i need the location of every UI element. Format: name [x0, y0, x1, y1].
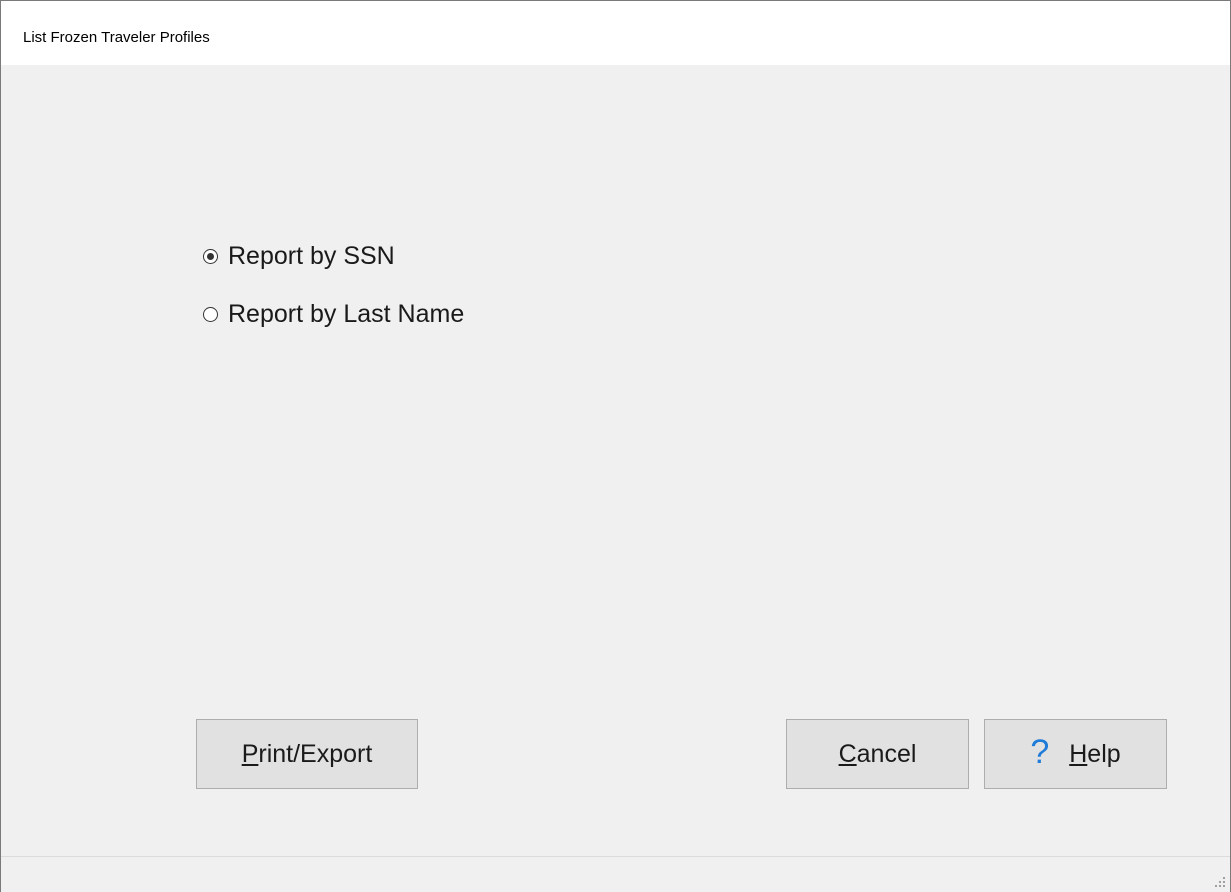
- print-export-mnemonic: P: [241, 739, 259, 768]
- radio-button-unselected-icon[interactable]: [203, 306, 218, 322]
- window-title: List Frozen Traveler Profiles: [23, 29, 210, 46]
- radio-report-by-ssn[interactable]: Report by SSN: [203, 227, 464, 285]
- resize-grip-icon[interactable]: [1214, 876, 1226, 888]
- radio-button-selected-icon[interactable]: [203, 248, 218, 264]
- radio-label-last-name[interactable]: Report by Last Name: [228, 300, 464, 329]
- cancel-button[interactable]: Cancel: [786, 719, 969, 789]
- help-label: elp: [1087, 739, 1121, 768]
- question-mark-icon: ?: [1030, 733, 1050, 771]
- cancel-label: ancel: [856, 739, 917, 768]
- print-export-label: rint/Export: [258, 739, 373, 768]
- help-button[interactable]: ? Help: [984, 719, 1167, 789]
- status-bar: [1, 856, 1230, 892]
- report-options-group: Report by SSN Report by Last Name: [203, 227, 464, 343]
- title-bar[interactable]: List Frozen Traveler Profiles: [1, 1, 1230, 65]
- cancel-mnemonic: C: [838, 739, 857, 768]
- radio-label-ssn[interactable]: Report by SSN: [228, 242, 395, 271]
- dialog-content: Report by SSN Report by Last Name Print/…: [1, 65, 1230, 855]
- print-export-button[interactable]: Print/Export: [196, 719, 418, 789]
- help-mnemonic: H: [1069, 739, 1088, 768]
- radio-report-by-last-name[interactable]: Report by Last Name: [203, 285, 464, 343]
- dialog-window: List Frozen Traveler Profiles Report by …: [0, 0, 1231, 892]
